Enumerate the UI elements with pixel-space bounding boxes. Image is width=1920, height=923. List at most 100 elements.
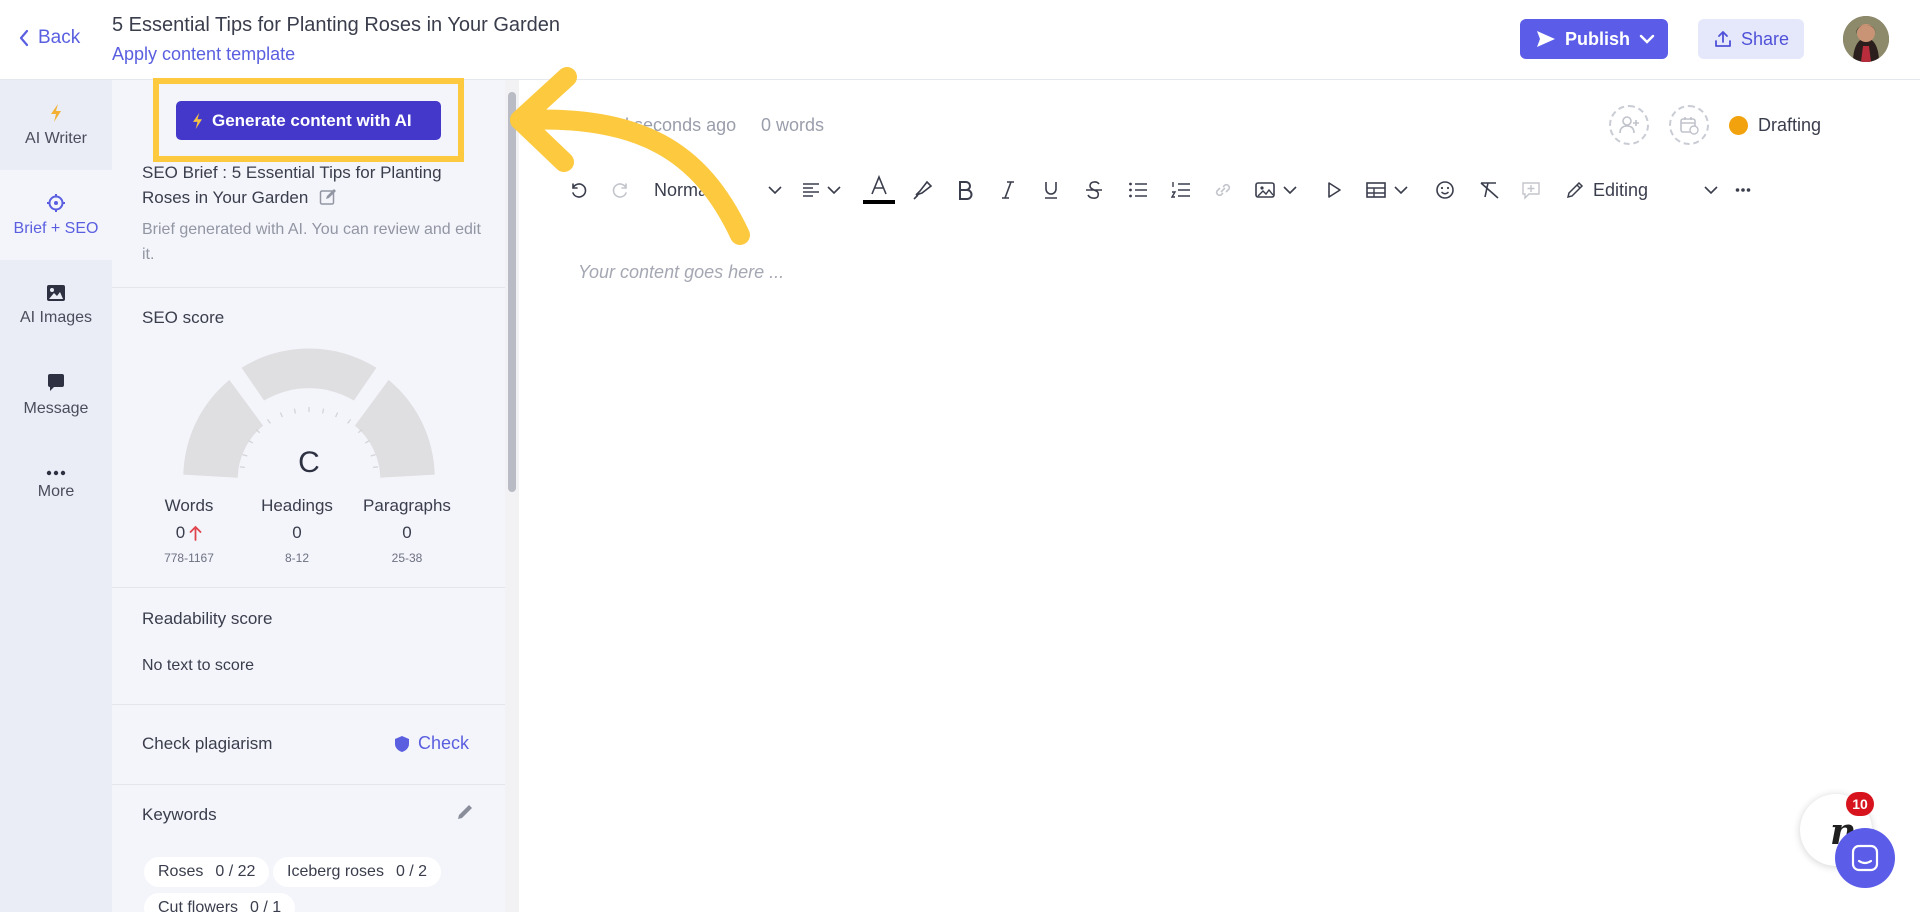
bold-icon [959, 181, 973, 200]
add-user-icon [1619, 116, 1639, 134]
bullet-list-button[interactable] [1128, 176, 1148, 204]
bold-button[interactable] [956, 176, 974, 204]
sidebar-item-message[interactable]: Message [0, 350, 112, 440]
table-select[interactable] [1366, 176, 1408, 204]
underline-button[interactable] [1042, 176, 1060, 204]
sidebar-item-ai-writer[interactable]: AI Writer [0, 80, 112, 170]
stat-value-text: 0 [175, 523, 186, 542]
editor-body[interactable]: Your content goes here ... [578, 262, 784, 283]
message-icon [48, 373, 64, 391]
stat-label: Paragraphs [363, 496, 451, 515]
stat-headings: Headings 0 8-12 [242, 496, 352, 565]
undo-button[interactable] [568, 176, 588, 204]
font-color-button[interactable] [862, 175, 896, 204]
media-button[interactable] [1325, 176, 1343, 204]
send-icon [1537, 31, 1555, 47]
sidebar-item-more[interactable]: More [0, 440, 112, 530]
readability-heading: Readability score [142, 609, 273, 628]
back-button[interactable]: Back [18, 27, 80, 49]
chevron-down-icon [768, 185, 782, 194]
italic-icon [1002, 181, 1014, 199]
redo-button[interactable] [611, 176, 631, 204]
stat-range: 8-12 [284, 551, 310, 565]
divider [112, 287, 505, 288]
keyword-chip[interactable]: Cut flowers 0 / 1 [144, 893, 296, 923]
arrow-up-icon [189, 525, 202, 541]
brief-title: SEO Brief : 5 Essential Tips for Plantin… [142, 160, 492, 210]
sidebar-item-label: Message [23, 399, 89, 417]
more-options-button[interactable] [1735, 176, 1751, 204]
highlight-button[interactable] [912, 176, 934, 204]
apply-template-link[interactable]: Apply content template [112, 44, 295, 65]
chevron-down-icon [1394, 185, 1408, 194]
stat-value: 0 [292, 523, 302, 542]
top-bar: Back 5 Essential Tips for Planting Roses… [0, 0, 1920, 80]
paragraph-style-value: Normal [654, 179, 713, 200]
seo-score-gauge: C [183, 348, 435, 479]
left-rail: AI Writer Brief + SEO AI Images Message … [0, 80, 112, 912]
chevron-down-icon [827, 185, 841, 194]
pencil-icon[interactable] [456, 803, 474, 821]
redo-icon [612, 183, 627, 198]
edit-icon[interactable] [319, 188, 337, 206]
strikethrough-icon [1086, 181, 1102, 199]
stat-words: Words 0 778-1167 [134, 496, 244, 565]
paragraph-style-select[interactable]: Normal [654, 176, 782, 204]
chat-icon [1851, 844, 1879, 872]
numbered-list-button[interactable] [1171, 176, 1191, 204]
highlight-box [153, 78, 464, 162]
stat-range: 25-38 [391, 551, 423, 565]
chat-launcher-button[interactable] [1835, 828, 1895, 888]
back-label: Back [38, 27, 81, 48]
add-collaborator-button[interactable] [1609, 105, 1649, 145]
sidebar-item-brief-seo[interactable]: Brief + SEO [0, 170, 112, 260]
status-indicator[interactable]: Drafting [1729, 115, 1821, 136]
keywords-heading: Keywords [142, 805, 217, 824]
stat-label: Words [164, 496, 214, 515]
plagiarism-heading: Check plagiarism [142, 734, 273, 753]
check-plagiarism-button[interactable]: Check [394, 733, 469, 754]
shield-icon [395, 735, 409, 752]
user-avatar[interactable] [1843, 16, 1889, 62]
strikethrough-button[interactable] [1085, 176, 1103, 204]
schedule-button[interactable] [1669, 105, 1709, 145]
stat-range: 778-1167 [164, 551, 214, 565]
share-label: Share [1741, 28, 1790, 49]
comment-button[interactable] [1521, 176, 1541, 204]
chevron-left-icon [19, 29, 29, 47]
panel-scrollbar[interactable] [505, 80, 519, 912]
document-title: 5 Essential Tips for Planting Roses in Y… [112, 14, 561, 36]
image-insert-select[interactable] [1255, 176, 1297, 204]
lightning-icon [51, 103, 61, 122]
check-label: Check [418, 733, 470, 753]
play-icon [1328, 182, 1341, 198]
editing-mode-select[interactable]: Editing [1566, 176, 1718, 204]
readability-text: No text to score [142, 657, 255, 674]
link-button[interactable] [1212, 176, 1234, 204]
keyword-name: Roses [158, 863, 204, 880]
table-icon [1366, 182, 1386, 198]
clear-format-icon [1480, 182, 1499, 199]
font-color-icon [863, 175, 895, 204]
keyword-chip[interactable]: Iceberg roses 0 / 2 [273, 857, 442, 887]
keyword-count: 0 / 1 [250, 899, 282, 916]
clear-format-button[interactable] [1478, 176, 1500, 204]
chevron-down-icon [1283, 185, 1297, 194]
sidebar-item-ai-images[interactable]: AI Images [0, 260, 112, 350]
image-icon [1255, 182, 1275, 198]
scrollbar-thumb[interactable] [508, 92, 516, 492]
keyword-count: 0 / 2 [395, 863, 428, 880]
align-select[interactable] [801, 176, 841, 204]
keyword-chip[interactable]: Roses 0 / 22 [144, 857, 270, 887]
bullet-list-icon [1129, 182, 1147, 198]
sidebar-item-label: AI Images [19, 308, 93, 326]
share-button[interactable]: Share [1698, 19, 1804, 59]
stat-value: 0 [402, 523, 412, 542]
italic-button[interactable] [999, 176, 1017, 204]
emoji-button[interactable] [1435, 176, 1455, 204]
sidebar-item-label: More [37, 482, 75, 500]
seo-score-heading: SEO score [142, 308, 225, 327]
publish-button[interactable]: Publish [1520, 19, 1668, 59]
editing-mode-value: Editing [1593, 179, 1649, 200]
divider [112, 704, 505, 705]
